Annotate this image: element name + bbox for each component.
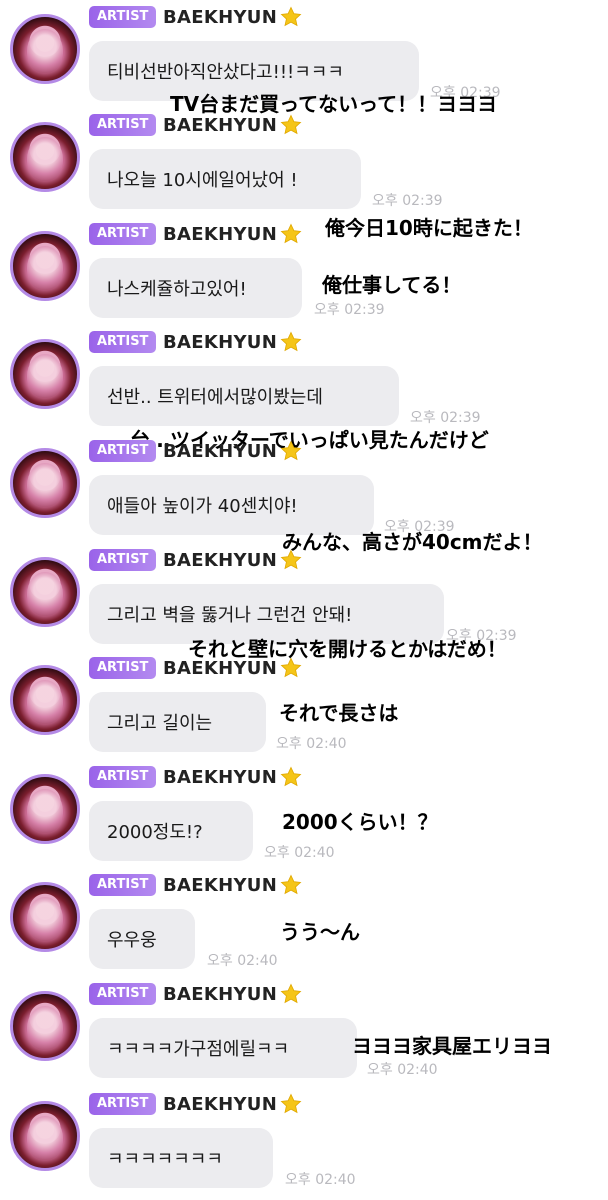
artist-badge: ARTIST (89, 114, 157, 136)
sender-name: BAEKHYUN (163, 874, 278, 896)
avatar[interactable] (10, 339, 80, 409)
sender-row: BAEKHYUN (163, 981, 303, 1007)
timestamp: 오후 02:39 (372, 193, 443, 209)
timestamp: 오후 02:40 (207, 953, 278, 969)
artist-badge: ARTIST (89, 766, 157, 788)
sender-row: BAEKHYUN (163, 764, 303, 790)
message-bubble[interactable]: 2000정도!? (89, 801, 253, 861)
artist-badge: ARTIST (89, 223, 157, 245)
star-icon (280, 874, 302, 895)
artist-badge: ARTIST (89, 440, 157, 462)
chat-message: ARTIST BAEKHYUN ㅋㅋㅋㅋ가구점에릴ㅋㅋ 오후 02:40 ヨヨヨ… (0, 977, 608, 1085)
avatar[interactable] (10, 882, 80, 952)
avatar[interactable] (10, 665, 80, 735)
timestamp: 오후 02:39 (314, 302, 385, 318)
sender-row: BAEKHYUN (163, 221, 303, 247)
message-bubble[interactable]: 나스케쥴하고있어! (89, 258, 302, 318)
avatar[interactable] (10, 557, 80, 627)
star-icon (280, 6, 302, 27)
artist-badge: ARTIST (89, 657, 157, 679)
sender-name: BAEKHYUN (163, 440, 278, 462)
artist-badge: ARTIST (89, 983, 157, 1005)
chat-message: ARTIST BAEKHYUN 선반.. 트위터에서많이봤는데 오후 02:39… (0, 325, 608, 452)
sender-row: BAEKHYUN (163, 547, 303, 573)
artist-badge: ARTIST (89, 549, 157, 571)
avatar[interactable] (10, 122, 80, 192)
timestamp: 오후 02:40 (285, 1172, 356, 1188)
artist-badge: ARTIST (89, 874, 157, 896)
sender-row: BAEKHYUN (163, 112, 303, 138)
sender-name: BAEKHYUN (163, 1093, 278, 1115)
chat-message: ARTIST BAEKHYUN 그리고 벽을 뚫거나 그런건 안돼! 오후 02… (0, 543, 608, 661)
translation-overlay: 俺仕事してる！ (322, 273, 462, 297)
sender-row: BAEKHYUN (163, 655, 303, 681)
sender-name: BAEKHYUN (163, 657, 278, 679)
chat-message: ARTIST BAEKHYUN 티비선반아직안샀다고!!!ㅋㅋㅋ 오후 02:3… (0, 0, 608, 116)
sender-name: BAEKHYUN (163, 549, 278, 571)
sender-name: BAEKHYUN (163, 766, 278, 788)
artist-badge: ARTIST (89, 331, 157, 353)
avatar[interactable] (10, 231, 80, 301)
star-icon (280, 114, 302, 135)
message-bubble[interactable]: ㅋㅋㅋㅋㅋㅋㅋ (89, 1128, 273, 1188)
chat-message: ARTIST BAEKHYUN ㅋㅋㅋㅋㅋㅋㅋ 오후 02:40 (0, 1087, 608, 1195)
sender-name: BAEKHYUN (163, 114, 278, 136)
chat-message: ARTIST BAEKHYUN 그리고 길이는 오후 02:40 それで長さは (0, 651, 608, 759)
sender-name: BAEKHYUN (163, 223, 278, 245)
sender-row: BAEKHYUN (163, 872, 303, 898)
timestamp: 오후 02:40 (264, 845, 335, 861)
star-icon (280, 331, 302, 352)
chat-message: ARTIST BAEKHYUN 우우웅 오후 02:40 うう〜ん (0, 868, 608, 976)
sender-row: BAEKHYUN (163, 438, 303, 464)
chat-message: ARTIST BAEKHYUN 2000정도!? 오후 02:40 2000くら… (0, 760, 608, 868)
timestamp: 오후 02:40 (367, 1062, 438, 1078)
timestamp: 오후 02:40 (276, 736, 347, 752)
sender-row: BAEKHYUN (163, 4, 303, 30)
star-icon (280, 549, 302, 570)
message-bubble[interactable]: 우우웅 (89, 909, 195, 969)
translation-overlay: うう〜ん (280, 920, 360, 944)
chat-message: ARTIST BAEKHYUN 애들아 높이가 40센치야! 오후 02:39 … (0, 434, 608, 554)
avatar[interactable] (10, 774, 80, 844)
artist-badge: ARTIST (89, 1093, 157, 1115)
star-icon (280, 657, 302, 678)
avatar[interactable] (10, 1101, 80, 1171)
sender-row: BAEKHYUN (163, 329, 303, 355)
message-bubble[interactable]: 그리고 길이는 (89, 692, 266, 752)
star-icon (280, 223, 302, 244)
chat-message: ARTIST BAEKHYUN 나오늘 10시에일어났어 ! 오후 02:39 … (0, 108, 608, 240)
star-icon (280, 1093, 302, 1114)
sender-name: BAEKHYUN (163, 983, 278, 1005)
translation-overlay: ヨヨヨ家具屋エリヨヨ (352, 1034, 552, 1058)
message-bubble[interactable]: ㅋㅋㅋㅋ가구점에릴ㅋㅋ (89, 1018, 357, 1078)
sender-name: BAEKHYUN (163, 331, 278, 353)
avatar[interactable] (10, 991, 80, 1061)
message-bubble[interactable]: 나오늘 10시에일어났어 ! (89, 149, 361, 209)
translation-overlay: 2000くらい！？ (282, 810, 438, 834)
chat-message: ARTIST BAEKHYUN 나스케쥴하고있어! 오후 02:39 俺仕事して… (0, 217, 608, 325)
translation-overlay: それで長さは (279, 701, 399, 725)
message-bubble[interactable]: 선반.. 트위터에서많이봤는데 (89, 366, 399, 426)
avatar[interactable] (10, 14, 80, 84)
star-icon (280, 440, 302, 461)
sender-row: BAEKHYUN (163, 1091, 303, 1117)
sender-name: BAEKHYUN (163, 6, 278, 28)
chat-log: ARTIST BAEKHYUN 티비선반아직안샀다고!!!ㅋㅋㅋ 오후 02:3… (0, 0, 608, 1200)
artist-badge: ARTIST (89, 6, 157, 28)
star-icon (280, 983, 302, 1004)
star-icon (280, 766, 302, 787)
avatar[interactable] (10, 448, 80, 518)
